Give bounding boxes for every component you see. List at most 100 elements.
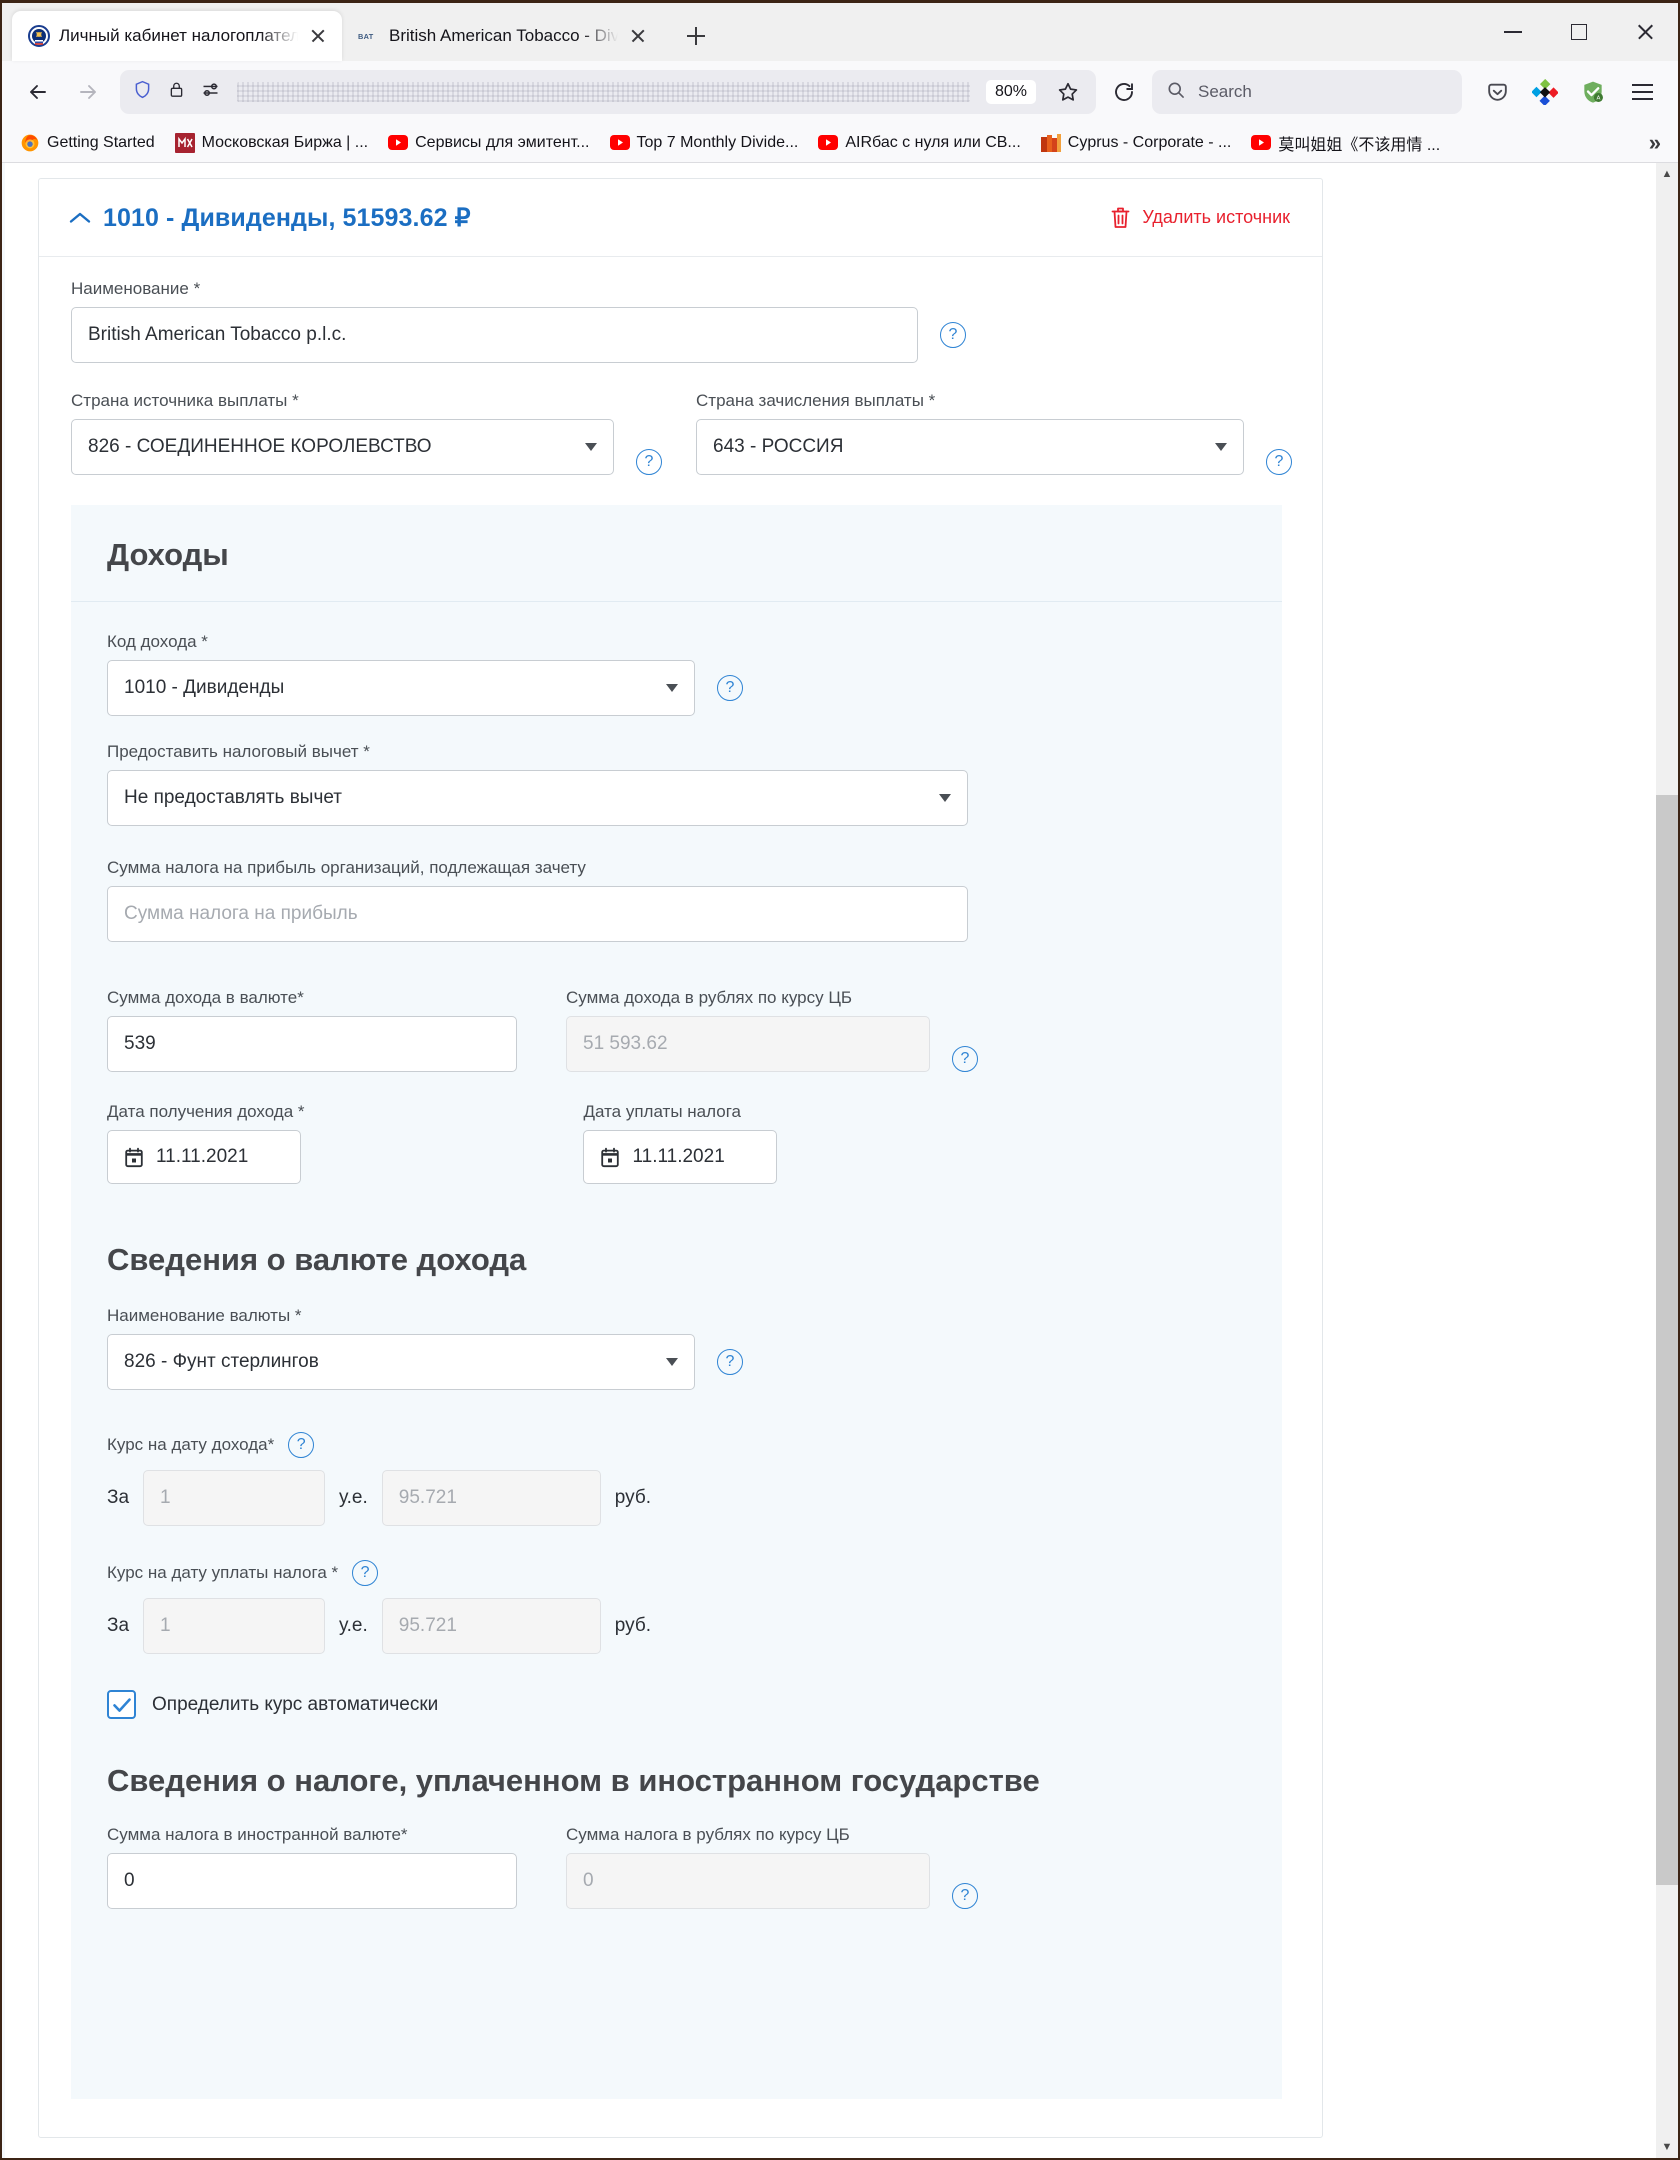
- tax-deduction-group: Предоставить налоговый вычет * Не предос…: [107, 742, 1246, 826]
- maximize-button[interactable]: [1546, 3, 1612, 61]
- extension-icons: A: [1476, 71, 1614, 113]
- help-icon[interactable]: ?: [940, 322, 966, 348]
- auto-rate-checkbox[interactable]: [107, 1690, 136, 1719]
- address-bar[interactable]: 80%: [120, 70, 1096, 114]
- close-window-button[interactable]: [1612, 3, 1678, 61]
- trash-icon: [1110, 206, 1131, 230]
- bookmark-item[interactable]: Московская Биржа | ...: [167, 129, 376, 157]
- bookmarks-overflow-chevron-icon[interactable]: »: [1639, 130, 1668, 156]
- tax-foreign-input[interactable]: 0: [107, 1853, 517, 1909]
- help-icon[interactable]: ?: [952, 1046, 978, 1072]
- source-country-group: Страна источника выплаты * 826 - СОЕДИНЕ…: [71, 391, 662, 475]
- scrollbar-thumb[interactable]: [1656, 795, 1678, 1885]
- close-icon[interactable]: [307, 25, 329, 47]
- currency-name-select[interactable]: 826 - Фунт стерлингов: [107, 1334, 695, 1390]
- income-code-label: Код дохода *: [107, 632, 1246, 652]
- scroll-down-icon[interactable]: ▼: [1656, 2136, 1678, 2158]
- tax-deduction-select[interactable]: Не предоставлять вычет: [107, 770, 968, 826]
- help-icon[interactable]: ?: [288, 1432, 314, 1458]
- countries-row: Страна источника выплаты * 826 - СОЕДИНЕ…: [71, 391, 1282, 475]
- close-icon[interactable]: [627, 25, 649, 47]
- svg-text:A: A: [1596, 96, 1600, 102]
- url-text-redacted[interactable]: [237, 82, 970, 102]
- search-icon: [1166, 80, 1186, 105]
- auto-rate-checkbox-row[interactable]: Определить курс автоматически: [107, 1690, 1246, 1719]
- bookmark-item[interactable]: Top 7 Monthly Divide...: [602, 129, 807, 157]
- income-date-input[interactable]: 11.11.2021: [107, 1130, 301, 1184]
- zoom-level-indicator[interactable]: 80%: [986, 80, 1036, 104]
- rate-tax-date-group: Курс на дату уплаты налога * ? За 1 у.е.…: [107, 1560, 1246, 1654]
- scroll-up-icon[interactable]: ▲: [1656, 163, 1678, 185]
- bookmark-star-icon[interactable]: [1046, 70, 1090, 114]
- income-currency-input[interactable]: 539: [107, 1016, 517, 1072]
- pwc-icon: [1041, 133, 1061, 153]
- padlock-icon[interactable]: [167, 80, 186, 104]
- back-button[interactable]: [16, 70, 60, 114]
- forward-button[interactable]: [66, 70, 110, 114]
- foreign-tax-section-title: Сведения о налоге, уплаченном в иностран…: [107, 1763, 1246, 1799]
- rate-tax-date-label: Курс на дату уплаты налога *: [107, 1563, 338, 1583]
- search-bar[interactable]: Search: [1152, 70, 1462, 114]
- income-code-select[interactable]: 1010 - Дивиденды: [107, 660, 695, 716]
- page-settings-icon[interactable]: [200, 79, 221, 105]
- income-date-value: 11.11.2021: [156, 1146, 248, 1168]
- rate-value-input[interactable]: 95.721: [382, 1598, 601, 1654]
- credit-country-select[interactable]: 643 - РОССИЯ: [696, 419, 1244, 475]
- rate-units-label: у.е.: [339, 1487, 368, 1509]
- tab-strip: Личный кабинет налогоплател BAT British …: [2, 3, 1678, 61]
- minimize-button[interactable]: [1480, 3, 1546, 61]
- source-country-select[interactable]: 826 - СОЕДИНЕННОЕ КОРОЛЕВСТВО: [71, 419, 614, 475]
- income-panel-header: Доходы: [71, 505, 1282, 602]
- shield-icon[interactable]: [132, 79, 153, 105]
- help-icon[interactable]: ?: [352, 1560, 378, 1586]
- youtube-icon: [818, 133, 838, 153]
- name-field-label: Наименование *: [71, 279, 1282, 299]
- bookmark-item[interactable]: Getting Started: [12, 129, 163, 157]
- profit-tax-group: Сумма налога на прибыль организаций, под…: [107, 858, 1246, 942]
- chevron-down-icon: [666, 684, 678, 692]
- avast-shield-icon[interactable]: A: [1572, 71, 1614, 113]
- calendar-icon: [600, 1147, 620, 1168]
- bookmark-item[interactable]: Сервисы для эмитент...: [380, 129, 597, 157]
- pocket-icon[interactable]: [1476, 71, 1518, 113]
- rate-value-input[interactable]: 95.721: [382, 1470, 601, 1526]
- bookmark-item[interactable]: AIRбас с нуля или СВ...: [810, 129, 1028, 157]
- dates-row: Дата получения дохода *: [107, 1102, 1246, 1184]
- source-country-value: 826 - СОЕДИНЕННОЕ КОРОЛЕВСТВО: [88, 436, 432, 458]
- help-icon[interactable]: ?: [1266, 449, 1292, 475]
- new-tab-button[interactable]: [676, 16, 716, 56]
- rate-units-input[interactable]: 1: [143, 1470, 325, 1526]
- profit-tax-input[interactable]: Сумма налога на прибыль: [107, 886, 968, 942]
- page-viewport: 1010 - Дивиденды, 51593.62 ₽ Удалить ист…: [2, 163, 1678, 2158]
- tax-date-input[interactable]: 11.11.2021: [583, 1130, 777, 1184]
- delete-source-button[interactable]: Удалить источник: [1110, 206, 1290, 230]
- income-section-title: Доходы: [107, 537, 1246, 573]
- bookmark-label: Сервисы для эмитент...: [415, 134, 589, 152]
- rate-prefix-label: За: [107, 1487, 129, 1509]
- bookmark-item[interactable]: Cyprus - Corporate - ...: [1033, 129, 1240, 157]
- chevron-up-icon[interactable]: [65, 211, 95, 225]
- help-icon[interactable]: ?: [636, 449, 662, 475]
- rate-units-input[interactable]: 1: [143, 1598, 325, 1654]
- rate-income-date-label: Курс на дату дохода*: [107, 1435, 274, 1455]
- income-rub-group: Сумма дохода в рублях по курсу ЦБ 51 593…: [566, 988, 978, 1072]
- help-icon[interactable]: ?: [952, 1883, 978, 1909]
- reload-button[interactable]: [1102, 70, 1146, 114]
- name-field-group: Наименование * British American Tobacco …: [71, 279, 1282, 363]
- help-icon[interactable]: ?: [717, 675, 743, 701]
- page-scrollbar[interactable]: ▲ ▼: [1656, 163, 1678, 2158]
- name-input[interactable]: British American Tobacco p.l.c.: [71, 307, 918, 363]
- income-amount-row: Сумма дохода в валюте* 539 Сумма дохода …: [107, 988, 1246, 1072]
- credit-country-value: 643 - РОССИЯ: [713, 436, 843, 458]
- hamburger-menu-icon[interactable]: [1620, 70, 1664, 114]
- browser-tab-inactive[interactable]: BAT British American Tobacco - Divid: [342, 11, 662, 61]
- help-icon[interactable]: ?: [717, 1349, 743, 1375]
- bitwarden-icon[interactable]: [1524, 71, 1566, 113]
- profit-tax-label: Сумма налога на прибыль организаций, под…: [107, 858, 1246, 878]
- rate-income-date-group: Курс на дату дохода* ? За 1 у.е. 95.721 …: [107, 1432, 1246, 1526]
- currency-section-title: Сведения о валюте дохода: [107, 1242, 1246, 1278]
- tax-foreign-label: Сумма налога в иностранной валюте*: [107, 1825, 517, 1845]
- browser-tab-active[interactable]: Личный кабинет налогоплател: [12, 11, 342, 61]
- bookmark-label: Getting Started: [47, 134, 155, 152]
- bookmark-item[interactable]: 莫叫姐姐《不该用情 ...: [1243, 127, 1448, 159]
